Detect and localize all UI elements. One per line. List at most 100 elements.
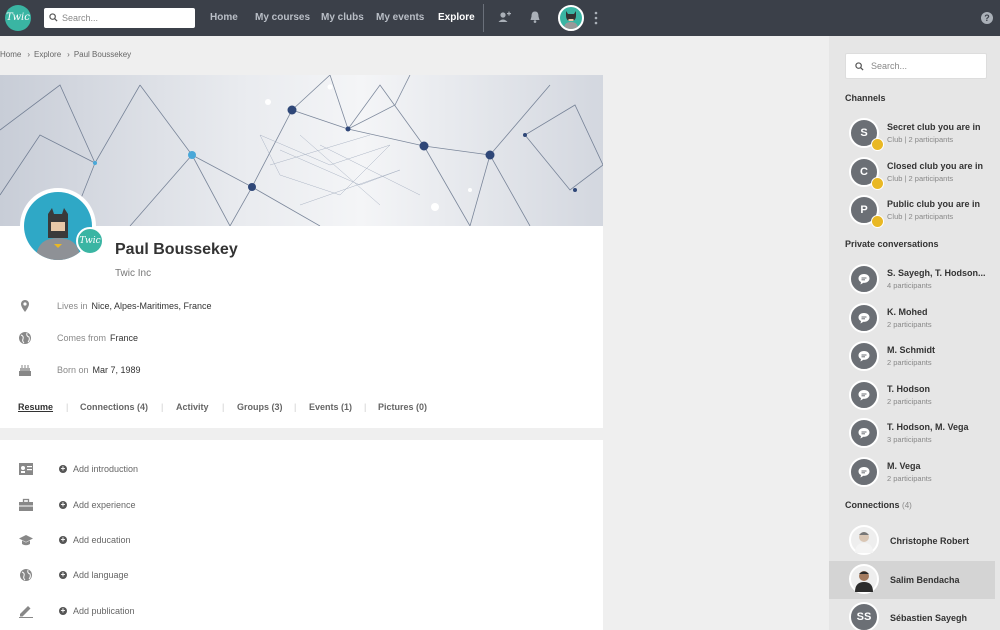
breadcrumb-separator: › bbox=[27, 50, 31, 59]
conversation-meta: 4 participants bbox=[887, 281, 932, 290]
profile-card: Twic Paul Boussekey Twic Inc Lives in Nic… bbox=[0, 75, 603, 428]
conversation-item[interactable]: T. Hodson 2 participants bbox=[829, 377, 1000, 415]
sidebar-search-box[interactable] bbox=[845, 53, 987, 79]
conversation-item[interactable]: S. Sayegh, T. Hodson... 4 participants bbox=[829, 261, 1000, 299]
club-badge-icon bbox=[871, 138, 884, 151]
channel-avatar: S bbox=[849, 118, 884, 151]
tab-groups[interactable]: Groups (3) bbox=[237, 402, 283, 412]
connection-item[interactable]: SS Sébastien Sayegh bbox=[829, 599, 1000, 630]
tab-divider: | bbox=[161, 402, 164, 412]
tab-pictures[interactable]: Pictures (0) bbox=[378, 402, 427, 412]
resume-section: + Add introduction + Add experience + Ad… bbox=[0, 440, 603, 630]
tab-events[interactable]: Events (1) bbox=[309, 402, 352, 412]
channel-meta: Club | 2 participants bbox=[887, 212, 954, 221]
private-conversations-heading: Private conversations bbox=[845, 239, 939, 249]
channel-name: Closed club you are in bbox=[887, 161, 984, 171]
network-banner-graphic bbox=[0, 75, 603, 226]
nav-home[interactable]: Home bbox=[210, 12, 238, 23]
conversation-name: K. Mohed bbox=[887, 307, 928, 317]
connection-item[interactable]: Salim Bendacha bbox=[829, 561, 995, 599]
info-label: Comes from bbox=[57, 333, 107, 343]
channel-avatar: P bbox=[849, 195, 884, 228]
profile-banner-image bbox=[0, 75, 603, 226]
plus-icon: + bbox=[59, 500, 67, 509]
sidebar-search-input[interactable] bbox=[871, 54, 983, 78]
conversation-name: S. Sayegh, T. Hodson... bbox=[887, 268, 986, 278]
channel-item[interactable]: P Public club you are in Club | 2 partic… bbox=[829, 192, 1000, 230]
id-card-icon bbox=[19, 463, 33, 475]
add-language-link[interactable]: Add language bbox=[73, 570, 129, 580]
conversation-meta: 2 participants bbox=[887, 320, 932, 329]
connection-avatar bbox=[849, 525, 879, 555]
channel-meta: Club | 2 participants bbox=[887, 135, 954, 144]
search-icon bbox=[855, 62, 864, 71]
add-introduction-link[interactable]: Add introduction bbox=[73, 464, 138, 474]
tab-activity[interactable]: Activity bbox=[176, 402, 209, 412]
connection-name: Salim Bendacha bbox=[890, 575, 960, 585]
tab-resume[interactable]: Resume bbox=[18, 402, 53, 412]
connection-avatar bbox=[849, 564, 879, 594]
nav-my-events[interactable]: My events bbox=[376, 12, 424, 23]
twic-logo[interactable]: Twic bbox=[5, 5, 31, 31]
channel-meta: Club | 2 participants bbox=[887, 174, 954, 183]
breadcrumb: Home › Explore › Paul Boussekey bbox=[0, 50, 133, 59]
nav-my-courses[interactable]: My courses bbox=[255, 12, 310, 23]
briefcase-icon bbox=[19, 498, 33, 511]
chat-bubble-icon bbox=[849, 264, 879, 294]
connection-item[interactable]: Christophe Robert bbox=[829, 522, 1000, 560]
breadcrumb-separator: › bbox=[67, 50, 70, 59]
connection-avatar: SS bbox=[849, 602, 879, 630]
conversation-meta: 2 participants bbox=[887, 358, 932, 367]
conversation-item[interactable]: T. Hodson, M. Vega 3 participants bbox=[829, 415, 1000, 453]
info-label: Born on bbox=[57, 365, 89, 375]
channel-item[interactable]: C Closed club you are in Club | 2 partic… bbox=[829, 154, 1000, 192]
profile-company: Twic Inc bbox=[115, 268, 152, 279]
breadcrumb-explore[interactable]: Explore bbox=[34, 50, 61, 59]
more-vert-icon[interactable] bbox=[594, 11, 598, 25]
add-education-link[interactable]: Add education bbox=[73, 535, 131, 545]
nav-divider bbox=[483, 4, 484, 32]
conversation-meta: 3 participants bbox=[887, 435, 932, 444]
conversation-item[interactable]: M. Schmidt 2 participants bbox=[829, 338, 1000, 376]
add-experience-link[interactable]: Add experience bbox=[73, 500, 136, 510]
breadcrumb-home[interactable]: Home bbox=[0, 50, 21, 59]
help-icon[interactable]: ? bbox=[981, 12, 993, 24]
conversation-name: T. Hodson bbox=[887, 384, 930, 394]
connection-name: Christophe Robert bbox=[890, 536, 970, 546]
channel-item[interactable]: S Secret club you are in Club | 2 partic… bbox=[829, 115, 1000, 153]
chat-bubble-icon bbox=[849, 380, 879, 410]
conversation-meta: 2 participants bbox=[887, 474, 932, 483]
conversation-name: M. Schmidt bbox=[887, 345, 936, 355]
user-avatar[interactable] bbox=[558, 5, 584, 31]
info-label: Lives in bbox=[57, 301, 88, 311]
nav-my-clubs[interactable]: My clubs bbox=[321, 12, 364, 23]
connections-heading: Connections (4) bbox=[845, 500, 912, 510]
club-badge-icon bbox=[871, 177, 884, 190]
chat-bubble-icon bbox=[849, 303, 879, 333]
conversation-item[interactable]: M. Vega 2 participants bbox=[829, 454, 1000, 492]
add-person-icon[interactable] bbox=[497, 10, 511, 24]
global-search-box[interactable] bbox=[44, 8, 195, 28]
globe-icon bbox=[20, 569, 32, 581]
bell-icon[interactable] bbox=[528, 10, 542, 24]
chat-bubble-icon bbox=[849, 341, 879, 371]
pencil-icon bbox=[19, 606, 33, 618]
batman-avatar-icon bbox=[564, 11, 578, 29]
plus-icon: + bbox=[59, 606, 67, 615]
breadcrumb-current: Paul Boussekey bbox=[73, 50, 132, 59]
global-search-input[interactable] bbox=[62, 8, 190, 28]
globe-icon bbox=[19, 332, 31, 344]
location-pin-icon bbox=[21, 300, 29, 312]
top-navigation-bar: Twic Home My courses My clubs My events … bbox=[0, 0, 1000, 36]
add-publication-link[interactable]: Add publication bbox=[73, 606, 135, 616]
conversation-meta: 2 participants bbox=[887, 397, 932, 406]
graduation-cap-icon bbox=[19, 535, 33, 546]
nav-explore[interactable]: Explore bbox=[438, 12, 475, 23]
conversation-name: T. Hodson, M. Vega bbox=[887, 422, 969, 432]
chat-sidebar: Channels S Secret club you are in Club |… bbox=[829, 36, 1000, 630]
tab-connections[interactable]: Connections (4) bbox=[80, 402, 148, 412]
connection-name: Sébastien Sayegh bbox=[890, 613, 968, 623]
tab-divider: | bbox=[66, 402, 69, 412]
conversation-item[interactable]: K. Mohed 2 participants bbox=[829, 300, 1000, 338]
channel-name: Public club you are in bbox=[887, 199, 981, 209]
